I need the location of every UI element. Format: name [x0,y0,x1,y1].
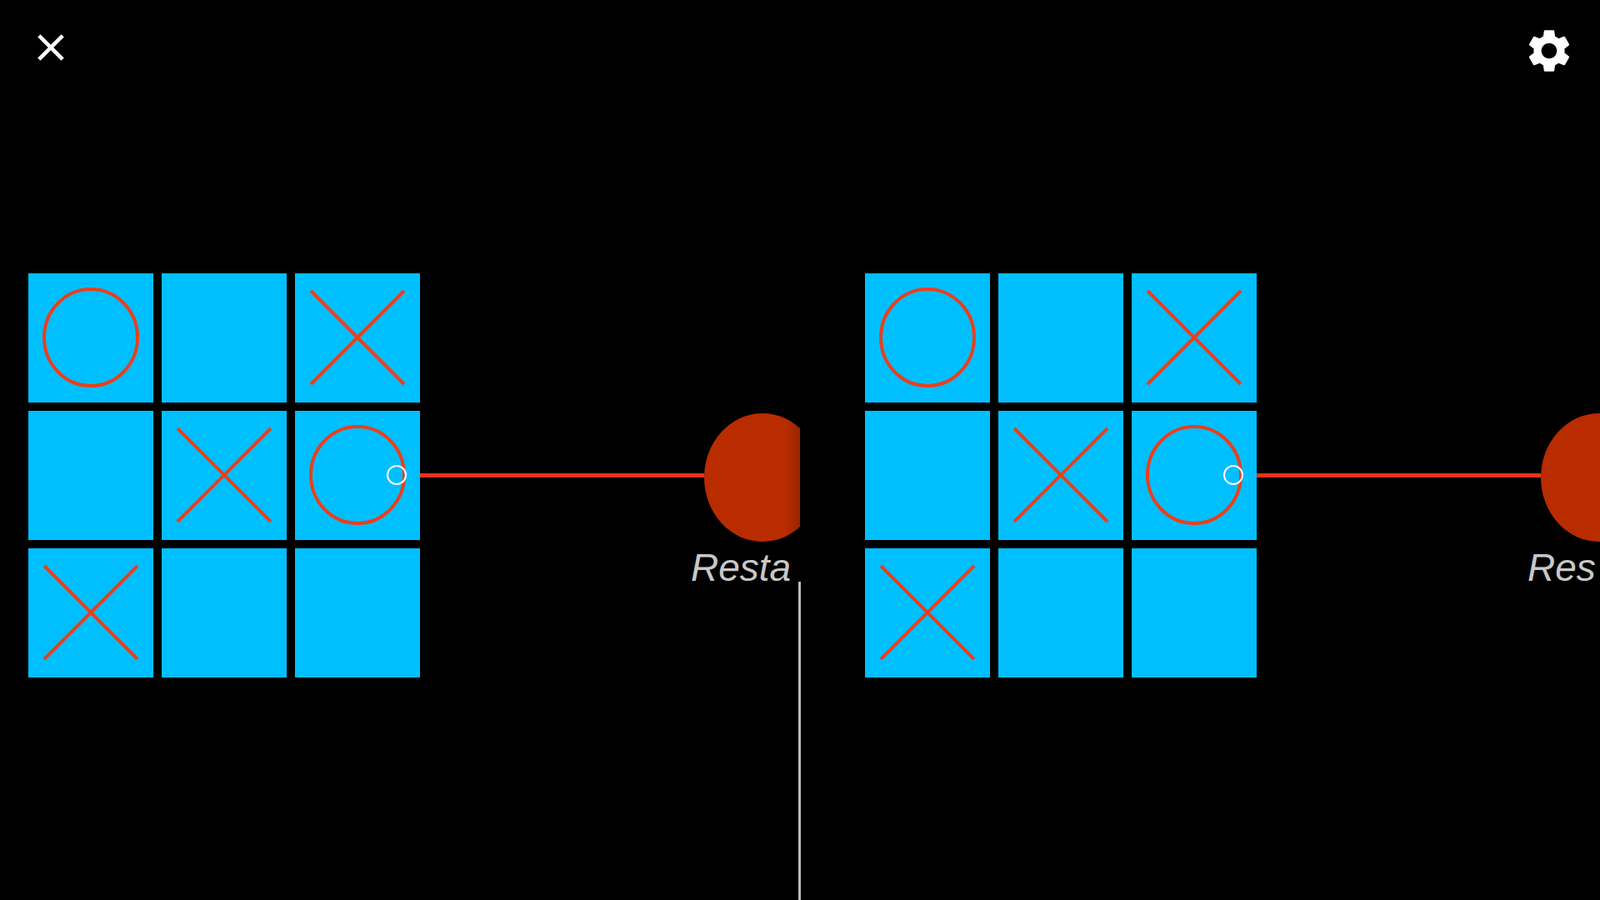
board-cell[interactable] [295,548,420,678]
board-cell[interactable] [295,273,420,403]
left-eye-view: Resta [0,0,800,900]
board-cell[interactable] [28,410,154,540]
o-mark-icon [1140,420,1249,530]
gaze-cursor [386,465,407,485]
board-cell[interactable] [1131,548,1257,678]
restart-button[interactable] [1540,413,1600,542]
game-board [865,273,1257,678]
x-mark-icon [300,280,415,395]
vr-screen: Resta Res [0,0,1600,900]
pointer-line [1256,473,1541,478]
x-mark-icon [870,555,985,670]
settings-button[interactable] [1523,25,1575,77]
eye-divider [798,581,801,900]
x-mark-icon [1004,418,1118,532]
close-button[interactable] [28,25,74,70]
x-mark-icon [34,555,148,670]
restart-group: Res [1540,358,1600,591]
restart-button[interactable] [704,413,800,542]
board-cell[interactable] [161,548,287,678]
pointer-line [420,473,705,478]
x-mark-icon [1137,280,1251,395]
board-cell[interactable] [865,273,990,403]
board-cell[interactable] [28,273,154,403]
o-mark-icon [36,283,145,392]
gear-icon [1523,25,1575,77]
restart-label: Resta [690,545,791,591]
x-mark-icon [167,418,281,532]
board-cell[interactable] [998,273,1124,403]
board-cell[interactable] [865,410,990,540]
restart-label: Res [1527,545,1596,591]
board-cell[interactable] [865,548,990,678]
game-board [28,273,420,678]
board-cell[interactable] [1131,273,1257,403]
o-mark-icon [873,283,982,392]
o-mark-icon [303,420,412,530]
board-cell[interactable] [161,410,287,540]
board-cell[interactable] [161,273,287,403]
restart-group: Resta [704,358,800,591]
close-icon [28,25,74,70]
board-cell[interactable] [998,548,1124,678]
board-cell[interactable] [1131,410,1257,540]
right-eye-view: Res [800,0,1600,900]
board-cell[interactable] [295,410,420,540]
board-cell[interactable] [28,548,154,678]
gaze-cursor [1223,465,1244,485]
board-cell[interactable] [998,410,1124,540]
